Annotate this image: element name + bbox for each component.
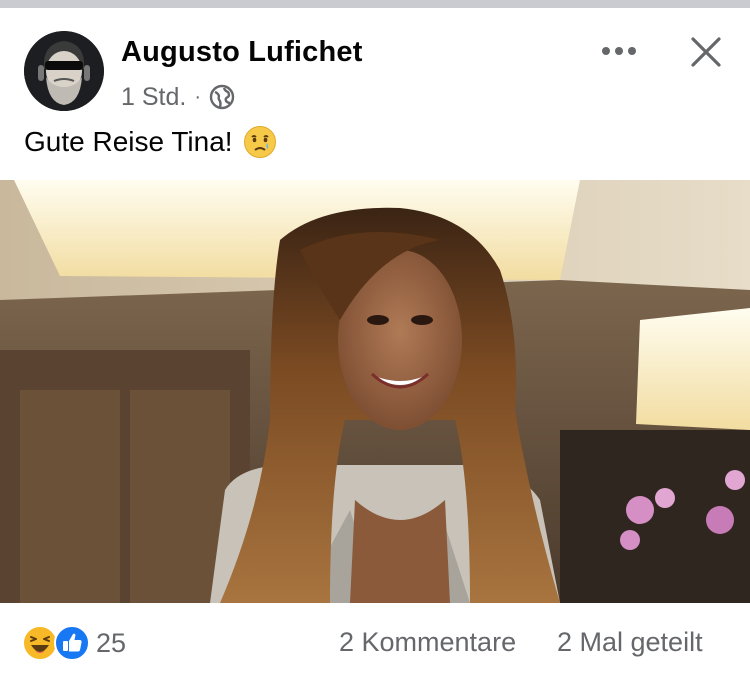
post-time[interactable]: 1 Std. <box>121 83 186 112</box>
reaction-icons <box>22 623 92 663</box>
comments-count-link[interactable]: 2 Kommentare <box>339 627 516 658</box>
top-divider <box>0 0 750 8</box>
more-icon <box>602 47 636 55</box>
post-text: Gute Reise Tina! <box>24 122 277 162</box>
post-footer: 25 2 Kommentare 2 Mal geteilt <box>0 603 750 681</box>
shares-count-link[interactable]: 2 Mal geteilt <box>557 627 703 658</box>
post-text-content: Gute Reise Tina! <box>24 126 233 157</box>
like-reaction-icon <box>54 625 90 661</box>
post-photo[interactable] <box>0 180 750 603</box>
crying-face-emoji <box>243 125 277 159</box>
reaction-count: 25 <box>96 627 127 658</box>
meta-separator: · <box>194 85 201 108</box>
globe-icon[interactable] <box>209 84 235 110</box>
post-meta: 1 Std. · <box>121 80 235 114</box>
more-options-button[interactable] <box>596 34 642 68</box>
haha-reaction-icon <box>22 625 58 661</box>
close-icon <box>691 37 721 67</box>
author-avatar[interactable] <box>24 31 104 111</box>
close-button[interactable] <box>684 30 728 74</box>
author-name[interactable]: Augusto Lufichet <box>121 36 363 69</box>
reactions-summary[interactable]: 25 <box>22 623 126 663</box>
